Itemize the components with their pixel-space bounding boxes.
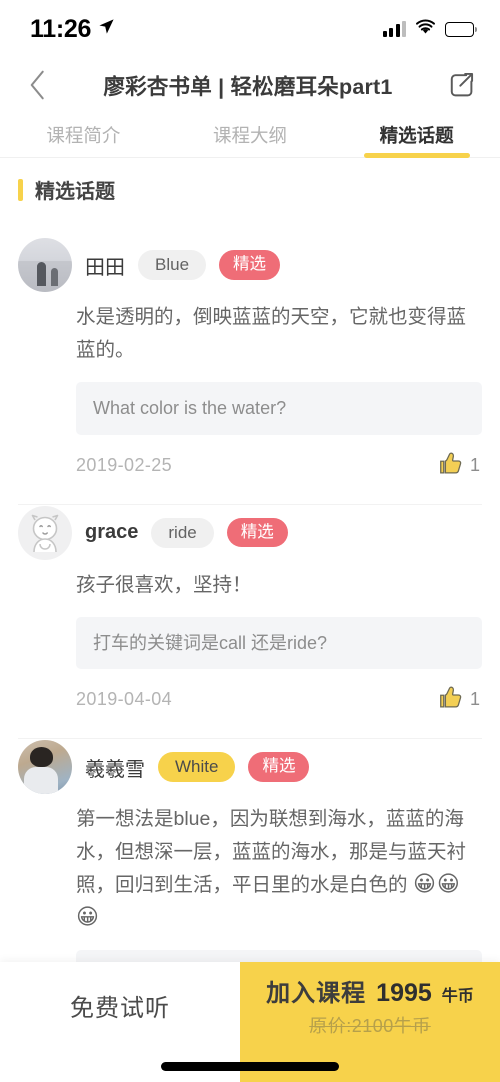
like-count: 1: [469, 454, 480, 475]
tab-bar: 课程简介 课程大纲 精选话题: [0, 112, 500, 158]
quoted-question: 打车的关键词是call 还是ride?: [76, 616, 482, 669]
comment-text: 水是透明的，倒映蓝蓝的天空，它就也变得蓝蓝的。: [76, 306, 467, 361]
tab-course-intro[interactable]: 课程简介: [0, 112, 167, 157]
answer-tag: ride: [151, 517, 214, 548]
price-unit: 牛币: [441, 988, 474, 1005]
comment-text: 孩子很喜欢，坚持！: [76, 573, 252, 596]
like-count: 1: [469, 689, 480, 709]
list-item[interactable]: grace ride 精选 孩子很喜欢，坚持！ 打车的关键词是call 还是ri…: [0, 505, 500, 739]
like-control[interactable]: 1: [437, 449, 480, 482]
signal-bars-icon: [382, 21, 406, 37]
thumbs-up-icon[interactable]: [437, 683, 465, 716]
tab-label: 课程简介: [46, 124, 121, 146]
like-control[interactable]: 1: [437, 683, 480, 716]
comment-date: 2019-04-04: [76, 689, 173, 709]
avatar[interactable]: [18, 740, 72, 794]
comment-footer: 2019-04-04 1: [18, 669, 482, 738]
tab-course-outline[interactable]: 课程大纲: [167, 112, 334, 157]
comment-author: 田田: [85, 256, 125, 279]
list-item[interactable]: 羲羲雪 White 精选 第一想法是blue，因为联想到海水，蓝蓝的海水，但想深…: [0, 739, 500, 962]
answer-tag: Blue: [138, 250, 207, 280]
answer-tag: White: [158, 752, 236, 782]
comment-text: 第一想法是blue，因为联想到海水，蓝蓝的海水，但想深一层，蓝蓝的海水，那是与蓝…: [18, 795, 482, 939]
battery-icon: [445, 21, 477, 37]
tab-active-underline: [363, 153, 470, 158]
comment-author: grace: [85, 521, 139, 543]
tab-label: 精选话题: [379, 124, 454, 146]
location-arrow-icon: [98, 18, 115, 40]
comment-feed[interactable]: 田田 Blue 精选 水是透明的，倒映蓝蓝的天空，它就也变得蓝蓝的。 What …: [0, 237, 500, 962]
comment-text-body: 第一想法是blue，因为联想到海水，蓝蓝的海水，但想深一层，蓝蓝的海水，那是与蓝…: [76, 808, 467, 896]
quoted-question: What color is the water?: [76, 950, 482, 962]
page-title: 廖彩杏书单 | 轻松磨耳朵part1: [103, 74, 393, 99]
comment-footer: 2019-02-25 1: [18, 435, 482, 504]
status-bar-right: [382, 19, 477, 40]
avatar[interactable]: [18, 238, 72, 292]
status-time: 11:26: [30, 14, 92, 43]
tab-featured-topics[interactable]: 精选话题: [333, 112, 500, 158]
wifi-icon: [415, 19, 436, 40]
status-bar-left: 11:26: [30, 15, 115, 44]
quoted-question: What color is the water?: [76, 382, 482, 435]
back-button[interactable]: [20, 65, 54, 105]
free-trial-label: 免费试听: [70, 995, 170, 1022]
navigation-bar: 廖彩杏书单 | 轻松磨耳朵part1: [0, 58, 500, 112]
status-badge: 精选: [226, 517, 288, 548]
avatar[interactable]: [18, 505, 72, 560]
list-item[interactable]: 田田 Blue 精选 水是透明的，倒映蓝蓝的天空，它就也变得蓝蓝的。 What …: [0, 237, 500, 504]
comment-date: 2019-02-25: [76, 454, 173, 475]
section-accent-bar: [18, 178, 23, 201]
tab-label: 课程大纲: [213, 124, 288, 146]
status-bar: 11:26: [0, 0, 500, 58]
section-title: 精选话题: [35, 181, 115, 203]
phone-screen: 11:26 廖彩杏书单 | 轻松磨耳朵part1 课程简介 课程大纲 精选话题 …: [0, 0, 500, 1082]
join-course-main: 加入课程 1995 牛币: [266, 973, 474, 1008]
join-course-label: 加入课程: [266, 980, 367, 1007]
original-price: 原价:2100牛币: [309, 1016, 431, 1036]
share-icon[interactable]: [442, 65, 480, 105]
section-header: 精选话题: [0, 158, 500, 219]
price-value: 1995: [376, 979, 432, 1007]
status-badge: 精选: [219, 250, 281, 280]
comment-header: 羲羲雪 White 精选: [18, 739, 482, 795]
status-badge: 精选: [248, 752, 310, 782]
thumbs-up-icon[interactable]: [437, 449, 465, 482]
comment-header: 田田 Blue 精选: [18, 237, 482, 293]
comment-author: 羲羲雪: [85, 758, 145, 781]
comment-header: grace ride 精选: [18, 505, 482, 561]
home-indicator: [161, 1062, 339, 1071]
